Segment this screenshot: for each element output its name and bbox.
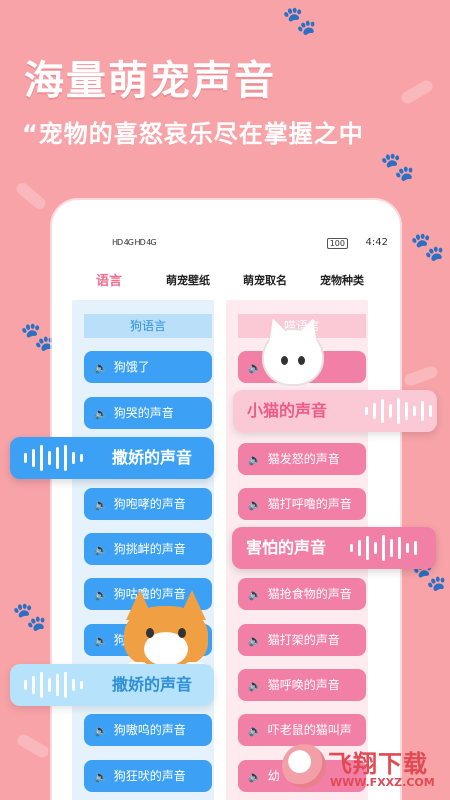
speaker-icon: 🔈 bbox=[94, 588, 108, 601]
cat-sound-item[interactable]: 🔈 猫发怒的声音 bbox=[238, 443, 366, 475]
battery-icon: 100 bbox=[326, 238, 348, 249]
speaker-icon: 🔈 bbox=[248, 679, 262, 692]
speaker-icon: 🔈 bbox=[94, 724, 108, 737]
bubble-label: 撒娇的声音 bbox=[112, 448, 193, 467]
dog-spoiled-sound-bubble-2[interactable]: 撒娇的声音 bbox=[10, 664, 214, 706]
tab-pet-naming[interactable]: 萌宠取名 bbox=[243, 272, 287, 288]
status-bar: HD 4G HD 4G 100 4:42 bbox=[52, 236, 400, 256]
paw-icon: 🐾 bbox=[20, 320, 55, 353]
bubble-label: 小猫的声音 bbox=[247, 401, 328, 420]
bone-icon bbox=[15, 732, 51, 760]
speaker-icon: 🔈 bbox=[94, 634, 108, 647]
dog-sound-item[interactable]: 🔈 狗饿了 bbox=[84, 351, 212, 383]
dog-eye bbox=[178, 628, 186, 638]
cat-sound-item[interactable]: 🔈 猫打呼噜的声音 bbox=[238, 488, 366, 520]
hero-subtitle: “宠物的喜怒哀乐尽在掌握之中 bbox=[22, 120, 364, 148]
dog-sound-item[interactable]: 🔈 狗哭的声音 bbox=[84, 397, 212, 429]
bubble-label: 害怕的声音 bbox=[246, 538, 327, 557]
speaker-icon: 🔈 bbox=[248, 361, 262, 374]
tab-pet-wallpaper[interactable]: 萌宠壁纸 bbox=[166, 272, 210, 288]
bone-icon bbox=[14, 180, 48, 212]
sound-wave-icon bbox=[24, 672, 83, 698]
dog-ear bbox=[178, 590, 206, 620]
scared-sound-bubble[interactable]: 害怕的声音 bbox=[232, 527, 436, 569]
speaker-icon: 🔈 bbox=[248, 588, 262, 601]
dog-ear bbox=[126, 590, 154, 620]
speaker-icon: 🔈 bbox=[94, 543, 108, 556]
sound-wave-icon bbox=[365, 398, 432, 424]
tab-bar: 语言 萌宠壁纸 萌宠取名 宠物种类 bbox=[52, 272, 400, 292]
bone-icon bbox=[399, 78, 435, 106]
clock: 4:42 bbox=[365, 237, 388, 248]
watermark-title: 飞翔下载 bbox=[328, 750, 428, 778]
bone-icon bbox=[402, 364, 440, 388]
speaker-icon: 🔈 bbox=[94, 498, 108, 511]
speaker-icon: 🔈 bbox=[94, 407, 108, 420]
bubble-label: 撒娇的声音 bbox=[112, 675, 193, 694]
cat-sound-item[interactable]: 🔈 猫打架的声音 bbox=[238, 624, 366, 656]
watermark: 飞翔下载 WWW.FXXZ.COM bbox=[282, 742, 440, 794]
cat-sound-item[interactable]: 🔈 猫呼唤的声音 bbox=[238, 669, 366, 701]
speaker-icon: 🔈 bbox=[94, 361, 108, 374]
cat-eye bbox=[298, 356, 305, 365]
speaker-icon: 🔈 bbox=[248, 498, 262, 511]
sound-wave-icon bbox=[24, 445, 83, 471]
paw-icon: 🐾 bbox=[380, 150, 415, 183]
watermark-logo-icon bbox=[282, 744, 326, 788]
speaker-icon: 🔈 bbox=[94, 770, 108, 783]
dog-eye bbox=[146, 628, 154, 638]
dog-spoiled-sound-bubble[interactable]: 撒娇的声音 bbox=[10, 437, 214, 479]
dog-sound-column: 狗语言 🔈狗饿了 🔈狗哭的声音 🔈 🔈狗咆哮的声音 🔈狗挑衅的声音 🔈狗咕噜的声… bbox=[72, 300, 214, 800]
cat-illustration bbox=[262, 328, 324, 386]
phone-frame: HD 4G HD 4G 100 4:42 语言 萌宠壁纸 萌宠取名 宠物种类 狗… bbox=[52, 200, 400, 800]
dog-sound-item[interactable]: 🔈 狗狂吠的声音 bbox=[84, 760, 212, 792]
dog-sound-item[interactable]: 🔈 狗挑衅的声音 bbox=[84, 533, 212, 565]
tab-language[interactable]: 语言 bbox=[96, 270, 122, 289]
signal-indicator: HD 4G HD 4G bbox=[112, 238, 157, 247]
dog-illustration bbox=[124, 590, 208, 674]
hero-title: 海量萌宠声音 bbox=[24, 58, 276, 104]
speaker-icon: 🔈 bbox=[248, 453, 262, 466]
speaker-icon: 🔈 bbox=[248, 634, 262, 647]
cat-eye bbox=[281, 356, 288, 365]
paw-icon: 🐾 bbox=[282, 4, 317, 37]
dog-sound-item[interactable]: 🔈 狗嗷呜的声音 bbox=[84, 714, 212, 746]
cat-sound-item[interactable]: 🔈 猫抢食物的声音 bbox=[238, 578, 366, 610]
speaker-icon: 🔈 bbox=[248, 770, 262, 783]
paw-icon: 🐾 bbox=[410, 230, 445, 263]
tab-pet-species[interactable]: 宠物种类 bbox=[320, 272, 364, 288]
sound-wave-icon bbox=[350, 535, 417, 561]
watermark-url: WWW.FXXZ.COM bbox=[330, 776, 435, 789]
paw-icon: 🐾 bbox=[12, 600, 47, 633]
dog-column-header: 狗语言 bbox=[84, 314, 212, 338]
speaker-icon: 🔈 bbox=[248, 724, 262, 737]
dog-sound-item[interactable]: 🔈 狗咆哮的声音 bbox=[84, 488, 212, 520]
kitten-sound-bubble[interactable]: 小猫的声音 bbox=[233, 390, 437, 432]
